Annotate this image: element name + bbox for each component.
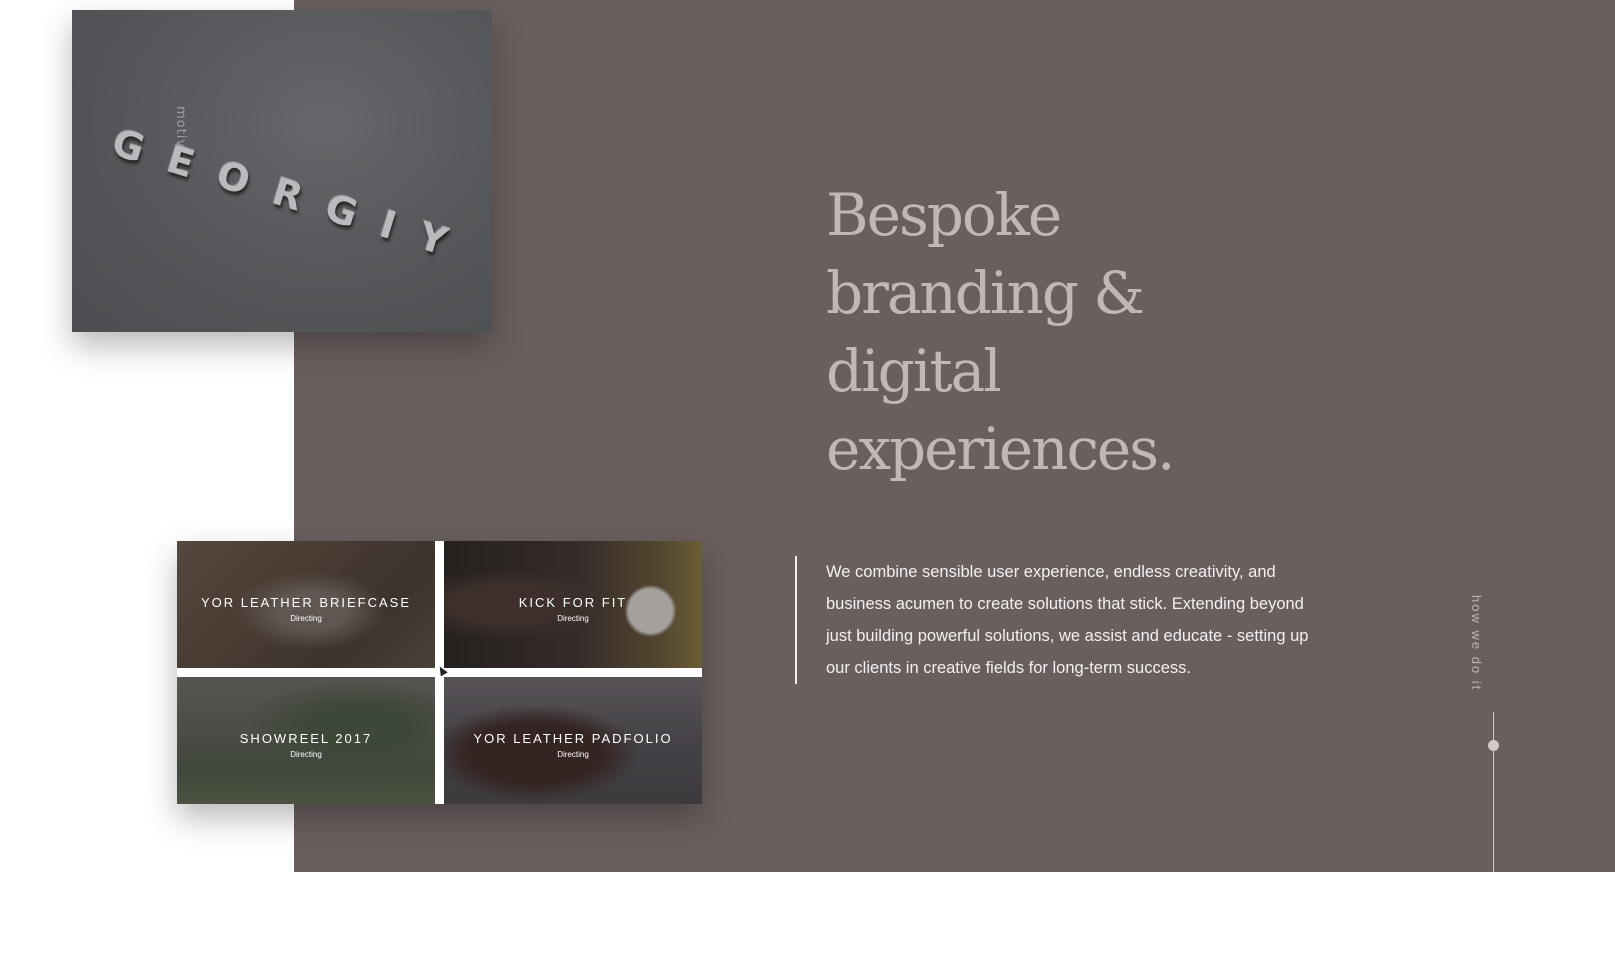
section-label-how-we-do-it[interactable]: how we do it xyxy=(1469,595,1484,691)
project-role: Directing xyxy=(557,750,589,759)
logo-mockup-image: motiv GEORGIY xyxy=(72,10,492,332)
project-tile-showreel[interactable]: SHOWREEL 2017 Directing xyxy=(177,677,435,804)
project-role: Directing xyxy=(290,750,322,759)
project-title: SHOWREEL 2017 xyxy=(239,731,373,746)
project-title: KICK FOR FIT xyxy=(518,595,628,610)
project-tile-padfolio[interactable]: YOR LEATHER PADFOLIO Directing xyxy=(444,677,702,804)
hero-body-text: We combine sensible user experience, end… xyxy=(826,563,1309,677)
project-role: Directing xyxy=(290,614,322,623)
scroll-progress-line xyxy=(1493,712,1494,872)
project-title: YOR LEATHER PADFOLIO xyxy=(473,731,673,746)
project-tile-kick-for-fit[interactable]: KICK FOR FIT Directing xyxy=(444,541,702,668)
project-tile-briefcase[interactable]: YOR LEATHER BRIEFCASE Directing xyxy=(177,541,435,668)
project-role: Directing xyxy=(557,614,589,623)
body-divider xyxy=(795,556,797,684)
hero-headline: Bespoke branding & digital experiences. xyxy=(826,181,1175,483)
project-title: YOR LEATHER BRIEFCASE xyxy=(200,595,412,610)
scroll-progress-dot[interactable] xyxy=(1488,740,1499,751)
logo-wordmark: GEORGIY xyxy=(107,120,478,272)
